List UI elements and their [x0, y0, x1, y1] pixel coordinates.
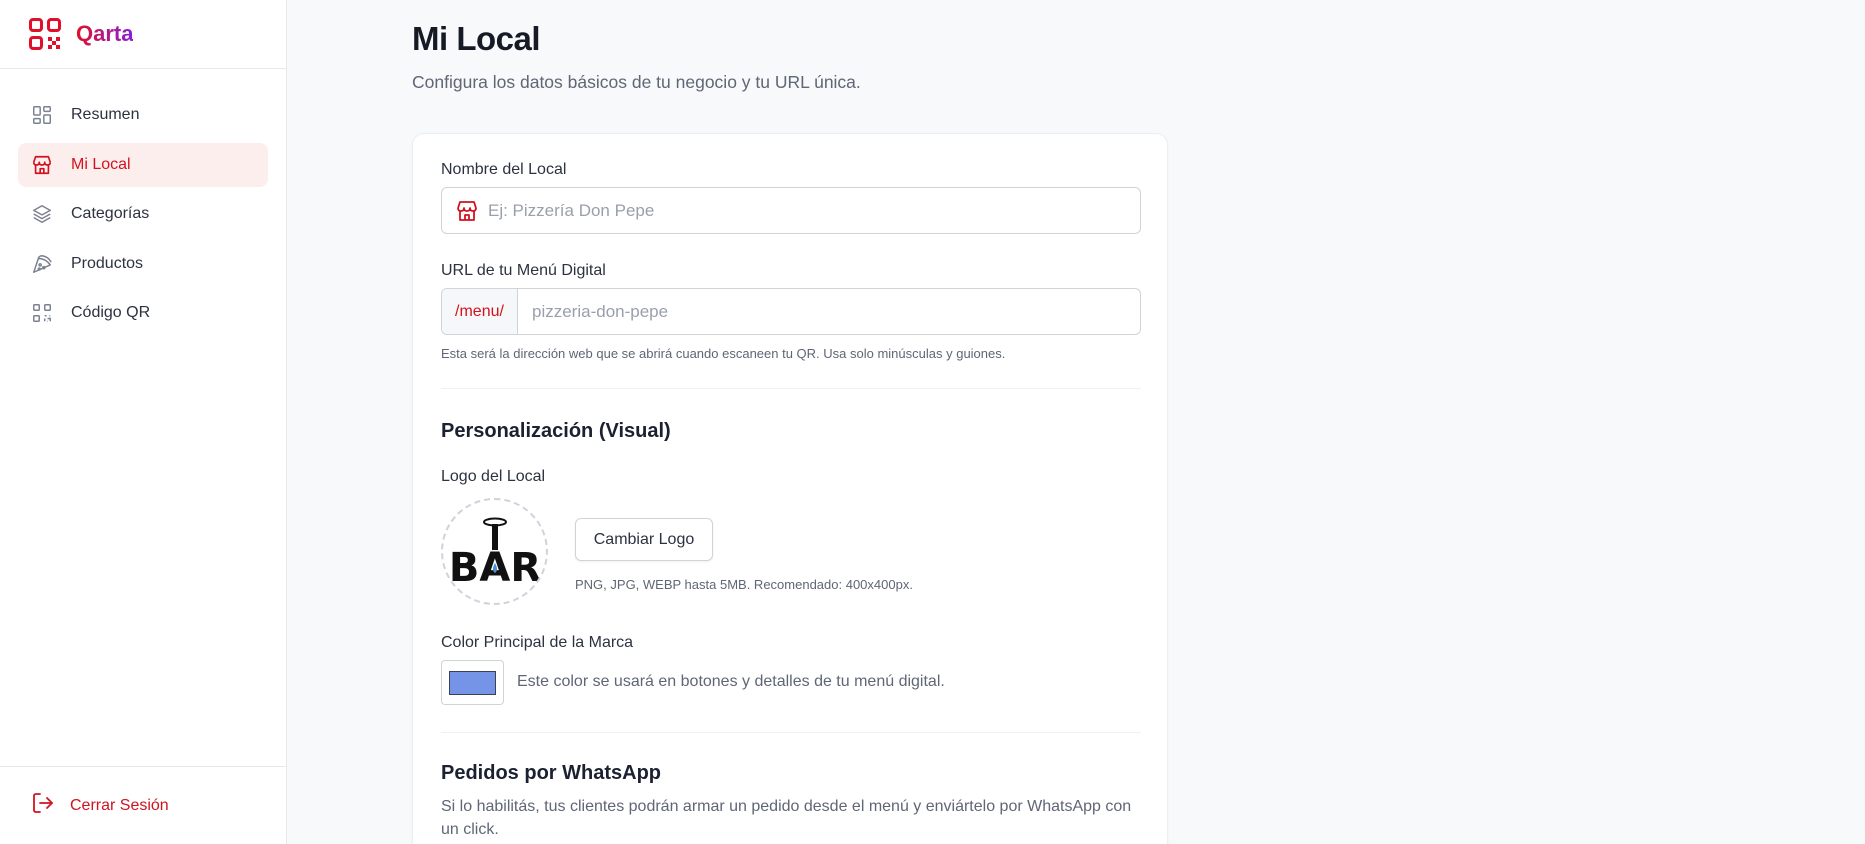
url-label: URL de tu Menú Digital	[441, 262, 606, 279]
name-input[interactable]: Ej: Pizzería Don Pepe	[441, 187, 1141, 234]
logout-button[interactable]: Cerrar Sesión	[0, 766, 286, 844]
pizza-icon	[31, 253, 53, 275]
logout-label: Cerrar Sesión	[70, 796, 169, 814]
sidebar-item-label: Mi Local	[71, 155, 131, 173]
brand[interactable]: Qarta	[0, 0, 286, 69]
brand-color-label: Color Principal de la Marca	[441, 634, 634, 651]
qr-code-icon	[31, 302, 53, 324]
page-subtitle: Configura los datos básicos de tu negoci…	[412, 72, 861, 92]
brand-color-swatch	[449, 671, 496, 695]
section-divider	[441, 732, 1141, 733]
sidebar-item-label: Categorías	[71, 205, 150, 222]
whatsapp-section-title: Pedidos por WhatsApp	[441, 762, 661, 784]
sidebar-item-resumen[interactable]: Resumen	[18, 93, 268, 137]
store-icon	[455, 199, 479, 223]
url-prefix: /menu/	[442, 289, 518, 334]
layout-grid-icon	[31, 104, 53, 126]
sidebar-item-label: Código QR	[71, 304, 151, 321]
brand-color-help: Este color se usará en botones y detalle…	[517, 673, 945, 690]
url-input[interactable]: /menu/ pizzeria-don-pepe	[441, 288, 1141, 335]
visual-section-title: Personalización (Visual)	[441, 420, 671, 442]
url-placeholder: pizzeria-don-pepe	[532, 302, 669, 321]
settings-card: Nombre del Local Ej: Pizzería Don Pepe U…	[412, 133, 1168, 844]
brand-color-picker[interactable]	[441, 660, 504, 705]
sidebar-item-label: Resumen	[71, 106, 140, 123]
sidebar-item-productos[interactable]: Productos	[18, 242, 268, 286]
name-label: Nombre del Local	[441, 161, 567, 178]
store-icon	[31, 154, 53, 176]
logo-help-text: PNG, JPG, WEBP hasta 5MB. Recomendado: 4…	[575, 577, 913, 592]
sidebar-item-categorias[interactable]: Categorías	[18, 192, 268, 236]
brand-name: Qarta	[76, 21, 134, 46]
change-logo-button[interactable]: Cambiar Logo	[575, 518, 713, 561]
logo-preview[interactable]: BAR	[441, 498, 548, 605]
bar-logo-image: BAR	[450, 517, 540, 589]
sidebar-item-codigo-qr[interactable]: Código QR	[18, 291, 268, 335]
sidebar: Qarta Resumen Mi Local Categorías Produc…	[0, 0, 287, 844]
whatsapp-description: Si lo habilitás, tus clientes podrán arm…	[441, 798, 1132, 838]
sidebar-item-mi-local[interactable]: Mi Local	[18, 142, 268, 187]
logo-label: Logo del Local	[441, 468, 546, 485]
qr-code-logo-icon	[29, 18, 61, 50]
name-placeholder: Ej: Pizzería Don Pepe	[488, 201, 655, 220]
log-out-icon	[31, 791, 55, 820]
page-title: Mi Local	[412, 20, 541, 57]
sidebar-item-label: Productos	[71, 254, 144, 272]
layers-icon	[31, 203, 53, 225]
sidebar-nav: Resumen Mi Local Categorías Productos Có…	[0, 69, 286, 335]
section-divider	[441, 388, 1141, 389]
url-help-text: Esta será la dirección web que se abrirá…	[441, 346, 1006, 361]
